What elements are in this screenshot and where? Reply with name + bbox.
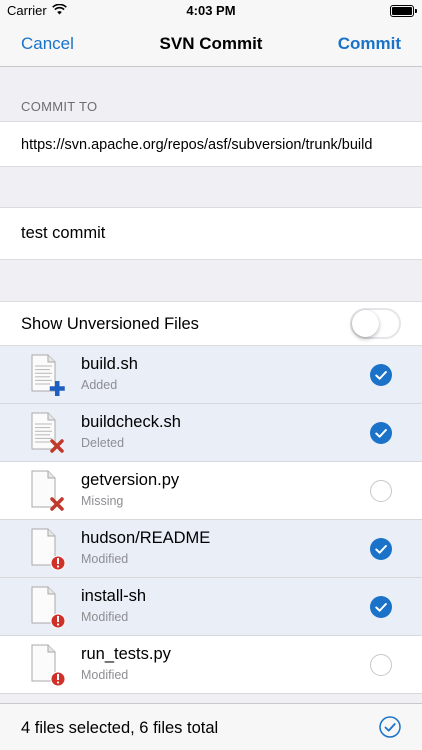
file-status: Modified — [81, 668, 129, 682]
repository-url: https://svn.apache.org/repos/asf/subvers… — [21, 137, 373, 153]
file-row[interactable]: buildcheck.sh Deleted — [0, 404, 422, 462]
checkmark-icon[interactable] — [370, 364, 392, 386]
file-deleted-icon — [31, 412, 64, 453]
file-name: build.sh — [81, 355, 138, 373]
file-name: buildcheck.sh — [81, 413, 181, 431]
footer-bar: 4 files selected, 6 files total — [0, 703, 422, 750]
file-status: Deleted — [81, 436, 125, 450]
unversioned-files-label: Show Unversioned Files — [21, 315, 199, 333]
status-bar: Carrier 4:03 PM — [0, 0, 422, 22]
toggle-knob — [352, 310, 379, 337]
file-row[interactable]: hudson/README Modified — [0, 520, 422, 578]
empty-circle-icon[interactable] — [370, 654, 392, 676]
empty-circle-icon[interactable] — [370, 480, 392, 502]
unversioned-files-toggle[interactable] — [350, 308, 401, 339]
file-row[interactable]: build.sh Added — [0, 346, 422, 404]
selection-summary: 4 files selected, 6 files total — [21, 719, 219, 737]
unversioned-files-cell: Show Unversioned Files — [0, 301, 422, 346]
file-name: hudson/README — [81, 529, 211, 547]
file-row[interactable]: install-sh Modified — [0, 578, 422, 636]
file-row[interactable]: run_tests.py Modified — [0, 636, 422, 694]
file-status: Added — [81, 378, 118, 392]
battery-icon — [390, 5, 417, 17]
checkmark-icon[interactable] — [370, 538, 392, 560]
file-name: install-sh — [81, 587, 147, 605]
file-status: Modified — [81, 610, 129, 624]
file-modified-icon — [31, 644, 66, 686]
select-all-check-icon[interactable] — [379, 716, 401, 738]
file-status: Modified — [81, 552, 129, 566]
checkmark-icon[interactable] — [370, 422, 392, 444]
file-added-icon — [31, 354, 65, 396]
clock: 4:03 PM — [186, 3, 236, 18]
commit-message-text: test commit — [21, 224, 106, 242]
commit-button[interactable]: Commit — [338, 34, 401, 54]
commit-message-field[interactable]: test commit — [0, 207, 422, 260]
navigation-bar: Cancel SVN Commit Commit — [0, 22, 422, 67]
file-missing-icon — [31, 470, 64, 511]
file-modified-icon — [31, 528, 66, 570]
file-status: Missing — [81, 494, 124, 508]
checkmark-icon[interactable] — [370, 596, 392, 618]
file-modified-icon — [31, 586, 66, 628]
file-row[interactable]: getversion.py Missing — [0, 462, 422, 520]
file-name: run_tests.py — [81, 645, 171, 663]
repository-url-cell[interactable]: https://svn.apache.org/repos/asf/subvers… — [0, 121, 422, 167]
commit-to-header: COMMIT TO — [21, 99, 98, 114]
file-name: getversion.py — [81, 471, 180, 489]
